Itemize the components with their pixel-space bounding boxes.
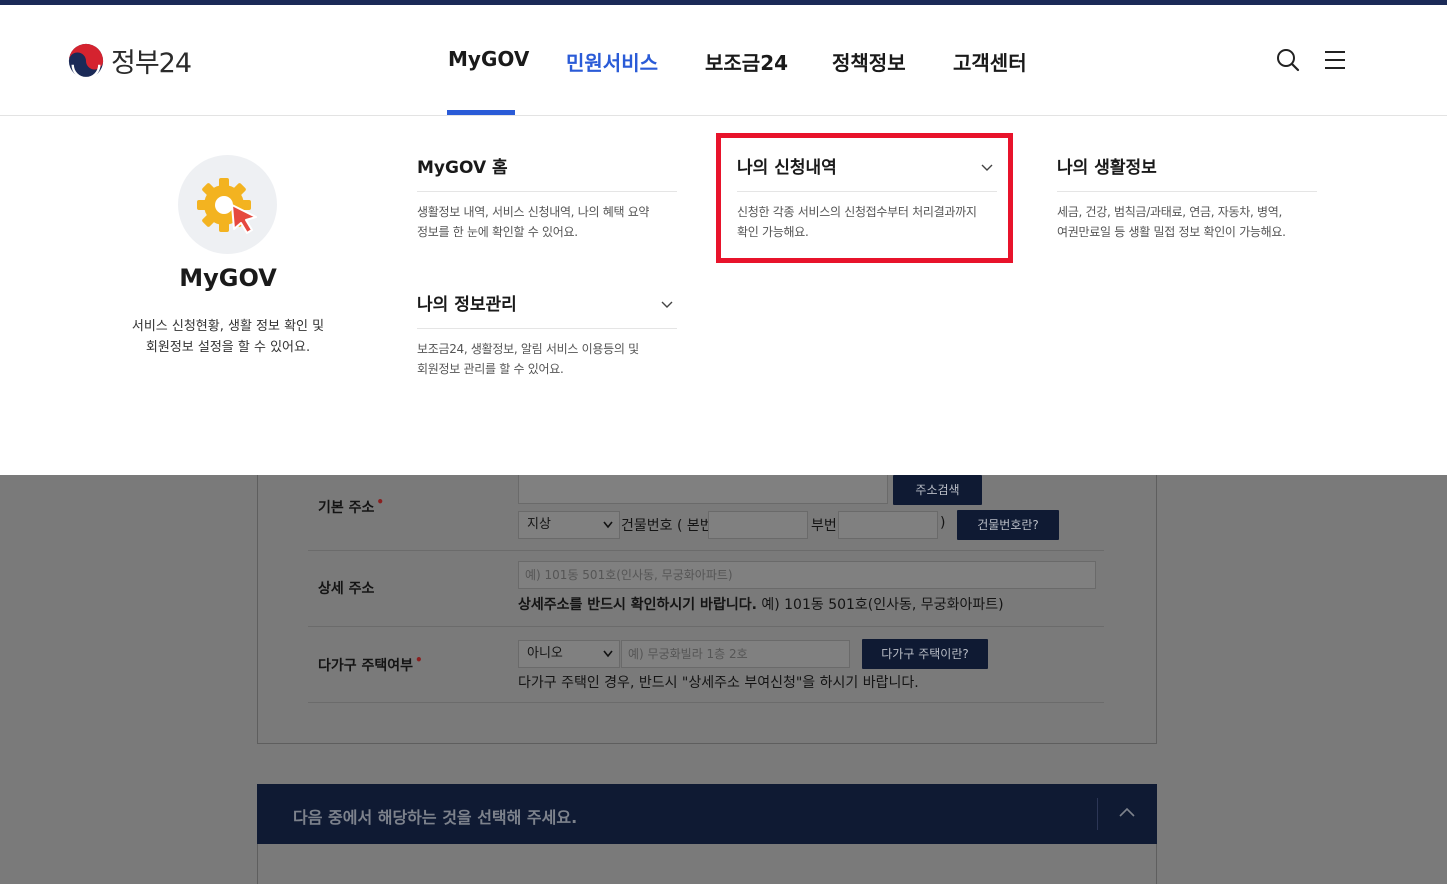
multi-household-label: 다가구 주택여부 • <box>318 653 423 674</box>
row-divider <box>308 702 1104 703</box>
detail-address-label: 상세 주소 <box>318 581 375 597</box>
menu-item-my-life-info[interactable]: 나의 생활정보 세금, 건강, 범칙금/과태료, 연금, 자동차, 병역, 여권… <box>1057 152 1317 242</box>
selection-section-header[interactable]: 다음 중에서 해당하는 것을 선택해 주세요. <box>257 784 1157 844</box>
nav-customer-center[interactable]: 고객센터 <box>953 47 1027 76</box>
chevron-down-icon <box>603 650 613 658</box>
nav-policy-info[interactable]: 정책정보 <box>832 47 906 76</box>
chevron-up-icon[interactable] <box>1119 806 1135 818</box>
menu-item-my-info-management[interactable]: 나의 정보관리 보조금24, 생활정보, 알림 서비스 이용등의 및 회원정보 … <box>417 289 677 379</box>
mega-menu: MyGOV 서비스 신청현황, 생활 정보 확인 및 회원정보 설정을 할 수 … <box>0 116 1447 475</box>
mygov-hero-title: MyGOV <box>179 264 277 292</box>
mygov-hero-icon <box>178 155 277 254</box>
multi-household-notice: 다가구 주택인 경우, 반드시 "상세주소 부여신청"을 하시기 바랍니다. <box>518 675 919 691</box>
chevron-down-icon <box>603 521 613 529</box>
search-icon[interactable] <box>1275 47 1301 73</box>
gear-cursor-icon <box>196 177 257 234</box>
section-divider <box>1097 798 1098 830</box>
address-search-button[interactable]: 주소검색 <box>893 475 982 505</box>
close-paren: ) <box>940 515 946 531</box>
menu-item-title[interactable]: 나의 생활정보 <box>1057 152 1317 192</box>
row-divider <box>308 626 1104 627</box>
nav-mygov[interactable]: MyGOV <box>448 47 529 71</box>
menu-item-description: 보조금24, 생활정보, 알림 서비스 이용등의 및 회원정보 관리를 할 수 … <box>417 342 639 376</box>
building-main-number-input[interactable] <box>708 511 808 539</box>
highlight-annotation-box <box>716 133 1013 263</box>
section-title: 다음 중에서 해당하는 것을 선택해 주세요. <box>293 808 578 827</box>
building-sub-number-label: 부번 <box>811 518 837 534</box>
menu-item-description: 생활정보 내역, 서비스 신청내역, 나의 혜택 요약 정보를 한 눈에 확인할… <box>417 205 650 239</box>
nav-subsidy24[interactable]: 보조금24 <box>705 47 788 76</box>
nav-civil-service[interactable]: 민원서비스 <box>566 47 658 76</box>
menu-item-title[interactable]: 나의 정보관리 <box>417 289 677 329</box>
menu-item-title[interactable]: MyGOV 홈 <box>417 152 677 192</box>
building-number-label: 건물번호 ( 본번 <box>621 518 713 534</box>
basic-address-label: 기본 주소 • <box>318 495 385 516</box>
taeguk-logo-icon <box>68 43 104 79</box>
logo-text: 정부24 <box>111 48 192 79</box>
basic-address-input[interactable] <box>518 475 888 504</box>
detail-address-notice: 상세주소를 반드시 확인하시기 바랍니다. 예) 101동 501호(인사동, … <box>518 597 1004 613</box>
chevron-down-icon[interactable] <box>661 301 673 309</box>
mygov-hero-description: 서비스 신청현황, 생활 정보 확인 및 회원정보 설정을 할 수 있어요. <box>131 319 325 355</box>
multi-household-select[interactable]: 아니오 <box>518 640 620 668</box>
multi-household-detail-input[interactable]: 예) 무궁화빌라 1층 2호 <box>621 640 850 668</box>
menu-item-description: 세금, 건강, 범칙금/과태료, 연금, 자동차, 병역, 여권만료일 등 생활… <box>1057 205 1286 239</box>
selection-section-body <box>257 844 1157 884</box>
building-number-help-button[interactable]: 건물번호란? <box>957 510 1059 540</box>
logo[interactable]: 정부24 <box>67 41 192 80</box>
multi-household-help-button[interactable]: 다가구 주택이란? <box>862 639 988 669</box>
dimmed-page-background: 기본 주소 • 주소검색 지상 건물번호 ( 본번 부번 ) 건물번호란? 상세 … <box>0 475 1447 884</box>
detail-address-input[interactable]: 예) 101동 501호(인사동, 무궁화아파트) <box>518 561 1096 589</box>
active-nav-underline <box>447 110 515 115</box>
site-header: 정부24 MyGOV 민원서비스 보조금24 정책정보 고객센터 <box>0 5 1447 116</box>
menu-item-mygov-home[interactable]: MyGOV 홈 생활정보 내역, 서비스 신청내역, 나의 혜택 요약 정보를 … <box>417 152 677 242</box>
row-divider <box>308 550 1104 551</box>
building-sub-number-input[interactable] <box>838 511 938 539</box>
menu-icon[interactable] <box>1322 47 1348 73</box>
ground-level-select[interactable]: 지상 <box>518 511 620 539</box>
